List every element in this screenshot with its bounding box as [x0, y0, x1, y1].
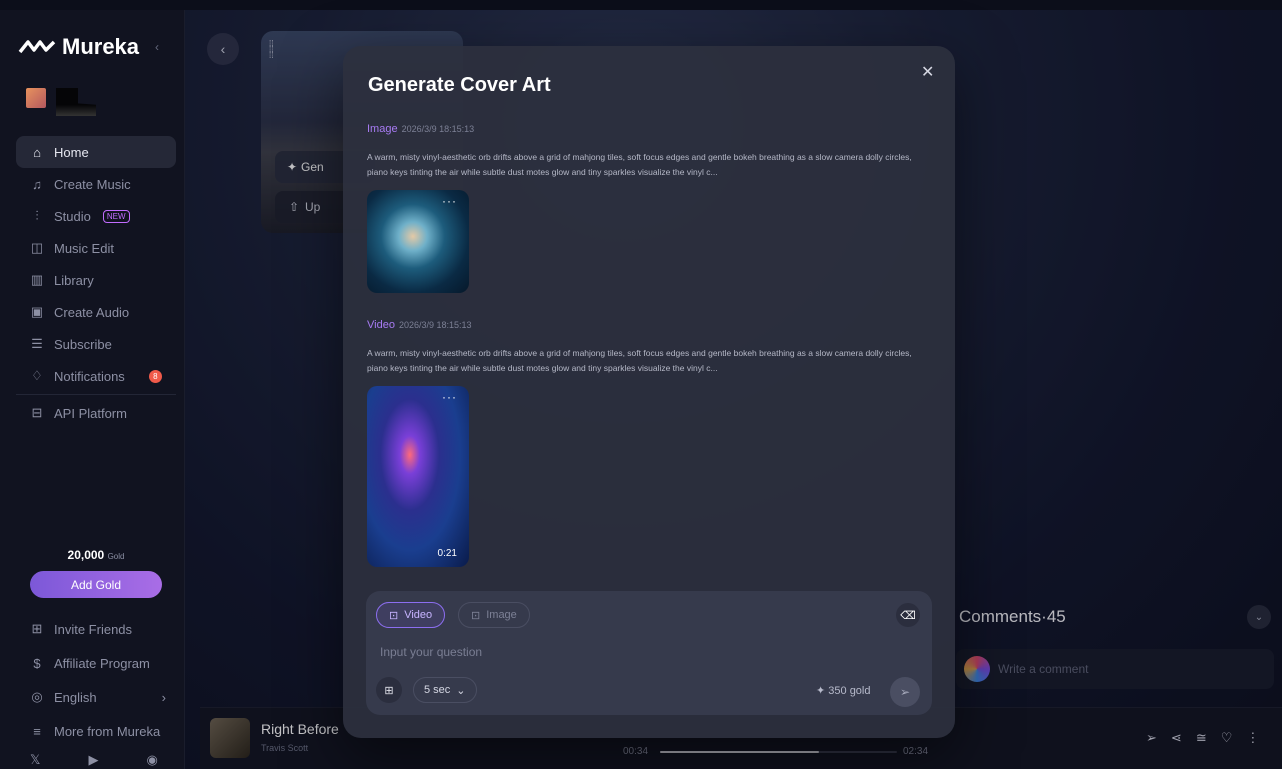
mureka-logo-icon: [18, 40, 56, 54]
collapse-sidebar-icon[interactable]: ‹: [155, 40, 159, 54]
generated-image-thumbnail[interactable]: ···: [367, 190, 469, 293]
logo-text: Mureka: [62, 34, 140, 59]
dollar-icon: $: [33, 655, 41, 671]
music-note-icon: ♫: [32, 176, 42, 192]
sidebar-item-library[interactable]: ▥ Library: [16, 264, 176, 296]
youtube-icon[interactable]: ▶: [88, 752, 98, 768]
chevron-right-icon: ›: [161, 689, 166, 705]
tab-image[interactable]: ⊡ Image: [458, 602, 530, 628]
more-options-icon[interactable]: ···: [442, 194, 457, 208]
music-edit-icon: ◫: [30, 240, 44, 255]
add-image-icon[interactable]: ⊞: [376, 677, 402, 703]
sidebar-item-music-edit[interactable]: ◫ Music Edit: [16, 232, 176, 264]
sidebar-item-label: Home: [54, 144, 89, 160]
sidebar-item-more-from-mureka[interactable]: ≡ More from Mureka: [16, 714, 176, 748]
video-icon: ⊡: [389, 609, 399, 622]
sidebar-item-label: Music Edit: [54, 240, 114, 256]
subscribe-icon: ☰: [31, 336, 43, 351]
social-links: 𝕏 ▶ ◉: [30, 752, 158, 768]
sidebar-item-label: Affiliate Program: [54, 655, 150, 671]
sidebar-item-subscribe[interactable]: ☰ Subscribe: [16, 328, 176, 360]
video-section-label: Video: [367, 319, 395, 331]
gold-cost-value: 350 gold: [828, 685, 871, 697]
sidebar-item-label: Create Audio: [54, 304, 130, 320]
gold-amount: 20,000: [67, 548, 105, 562]
sidebar-item-home[interactable]: ⌂ Home: [16, 136, 176, 168]
sidebar-item-label: Invite Friends: [54, 621, 133, 637]
tab-label: Video: [404, 609, 433, 621]
notification-count-badge: 8: [148, 369, 162, 383]
bell-icon: ♢: [31, 368, 43, 383]
gold-unit: Gold: [107, 552, 125, 561]
menu-icon: ≡: [33, 723, 41, 739]
sidebar-item-label: Library: [54, 272, 94, 288]
gift-icon: ⊞: [31, 621, 43, 636]
tab-video[interactable]: ⊡ Video: [376, 602, 446, 628]
x-twitter-icon[interactable]: 𝕏: [30, 752, 40, 768]
sidebar-item-create-music[interactable]: ♫ Create Music: [16, 168, 176, 200]
gold-balance: 20,000 Gold: [30, 548, 162, 562]
sidebar-item-notifications[interactable]: ♢ Notifications 8: [16, 360, 176, 392]
globe-icon: ◎: [31, 689, 43, 704]
api-icon: ⊟: [31, 405, 43, 420]
main-nav: ⌂ Home ♫ Create Music ⫶ Studio NEW ◫ Mus…: [16, 136, 176, 429]
sidebar-item-label: Notifications: [54, 368, 125, 384]
video-section-header: Video 2026/3/9 18:15:13: [367, 319, 472, 331]
generated-video-thumbnail[interactable]: ··· 0:21: [367, 386, 469, 567]
tab-label: Image: [486, 609, 517, 621]
sidebar-item-studio[interactable]: ⫶ Studio NEW: [16, 200, 176, 232]
sidebar-item-label: More from Mureka: [54, 723, 161, 739]
avatar[interactable]: [26, 88, 46, 108]
image-section-label: Image: [367, 123, 398, 135]
image-section-header: Image 2026/3/9 18:15:13: [367, 123, 474, 135]
send-icon: ➢: [899, 685, 911, 699]
clear-brush-icon[interactable]: ⌫: [896, 603, 920, 627]
library-icon: ▥: [30, 272, 44, 287]
home-icon: ⌂: [33, 144, 41, 160]
sidebar-item-invite-friends[interactable]: ⊞ Invite Friends: [16, 612, 176, 646]
audio-icon: ▣: [30, 304, 44, 319]
sidebar-item-label: Studio: [54, 208, 91, 224]
sidebar: Mureka ‹ ⌂ Home ♫ Create Music ⫶ Studio …: [0, 10, 185, 769]
sliders-icon: ⫶: [35, 208, 39, 223]
video-section-date: 2026/3/9 18:15:13: [398, 320, 472, 330]
avatar-secondary[interactable]: [56, 88, 96, 116]
discord-icon[interactable]: ◉: [146, 752, 157, 768]
new-badge: NEW: [102, 209, 130, 223]
sidebar-item-label: Create Music: [54, 176, 131, 192]
prompt-input-box: ⊡ Video ⊡ Image ⌫ Input your question ⊞ …: [366, 591, 932, 715]
sidebar-item-label: API Platform: [54, 405, 127, 421]
sidebar-item-create-audio[interactable]: ▣ Create Audio: [16, 296, 176, 328]
image-prompt-text: A warm, misty vinyl-aesthetic orb drifts…: [367, 152, 912, 177]
modal-title: Generate Cover Art: [368, 74, 551, 96]
sparkle-icon: ✦: [816, 685, 826, 697]
divider: [16, 394, 176, 395]
image-icon: ⊡: [471, 609, 481, 622]
sidebar-item-label: English: [54, 689, 97, 705]
gold-cost: ✦ 350 gold: [816, 684, 871, 697]
sidebar-item-api-platform[interactable]: ⊟ API Platform: [16, 397, 176, 429]
image-section-date: 2026/3/9 18:15:13: [401, 124, 475, 134]
logo[interactable]: Mureka: [18, 34, 139, 60]
question-input[interactable]: Input your question: [380, 645, 482, 659]
duration-select[interactable]: 5 sec ⌄: [413, 677, 477, 703]
video-duration: 0:21: [437, 548, 457, 559]
workspace-avatars: [26, 88, 96, 116]
sidebar-item-language[interactable]: ◎ English ›: [16, 680, 176, 714]
chevron-down-icon: ⌄: [456, 684, 466, 697]
video-prompt-text: A warm, misty vinyl-aesthetic orb drifts…: [367, 348, 912, 373]
duration-value: 5 sec: [424, 684, 451, 696]
add-gold-button[interactable]: Add Gold: [30, 571, 162, 598]
secondary-nav: ⊞ Invite Friends $ Affiliate Program ◎ E…: [16, 612, 176, 748]
sidebar-item-affiliate-program[interactable]: $ Affiliate Program: [16, 646, 176, 680]
more-options-icon[interactable]: ···: [442, 390, 457, 404]
close-icon[interactable]: ✕: [921, 62, 934, 82]
send-button[interactable]: ➢: [890, 677, 920, 707]
generate-cover-art-modal: Generate Cover Art ✕ Image 2026/3/9 18:15…: [343, 46, 955, 738]
sidebar-item-label: Subscribe: [54, 336, 112, 352]
